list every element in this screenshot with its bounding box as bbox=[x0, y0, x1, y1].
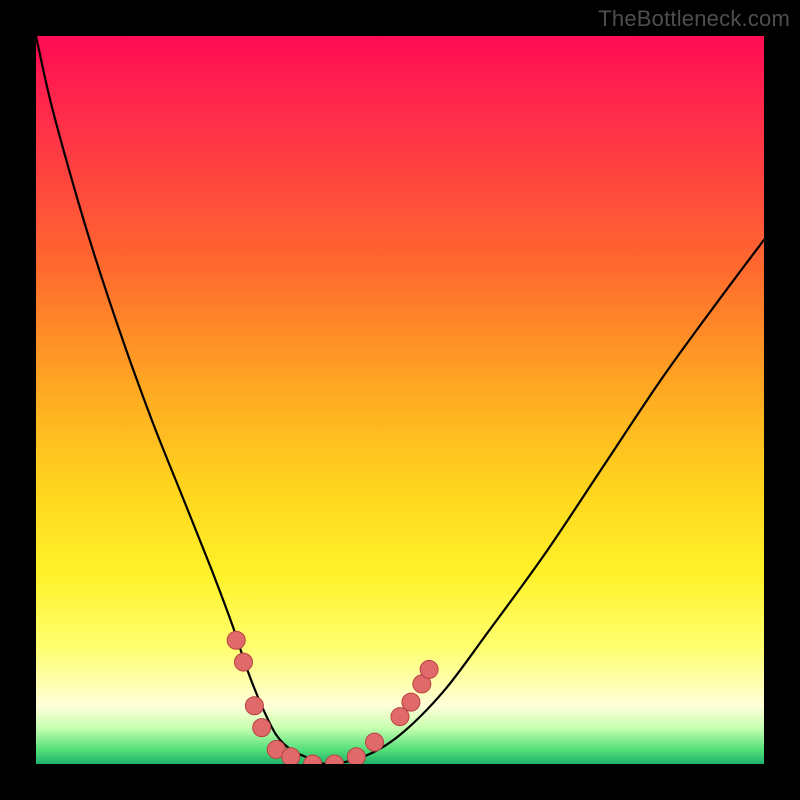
highlight-markers bbox=[227, 631, 438, 764]
highlight-marker bbox=[234, 653, 252, 671]
highlight-marker bbox=[325, 755, 343, 764]
highlight-marker bbox=[282, 748, 300, 764]
highlight-marker bbox=[253, 719, 271, 737]
highlight-marker bbox=[347, 748, 365, 764]
plot-area bbox=[36, 36, 764, 764]
highlight-marker bbox=[402, 693, 420, 711]
highlight-marker bbox=[245, 697, 263, 715]
highlight-marker bbox=[366, 733, 384, 751]
bottleneck-curve bbox=[36, 36, 764, 764]
watermark-text: TheBottleneck.com bbox=[598, 6, 790, 32]
highlight-marker bbox=[227, 631, 245, 649]
curve-layer bbox=[36, 36, 764, 764]
chart-frame: TheBottleneck.com bbox=[0, 0, 800, 800]
highlight-marker bbox=[420, 660, 438, 678]
